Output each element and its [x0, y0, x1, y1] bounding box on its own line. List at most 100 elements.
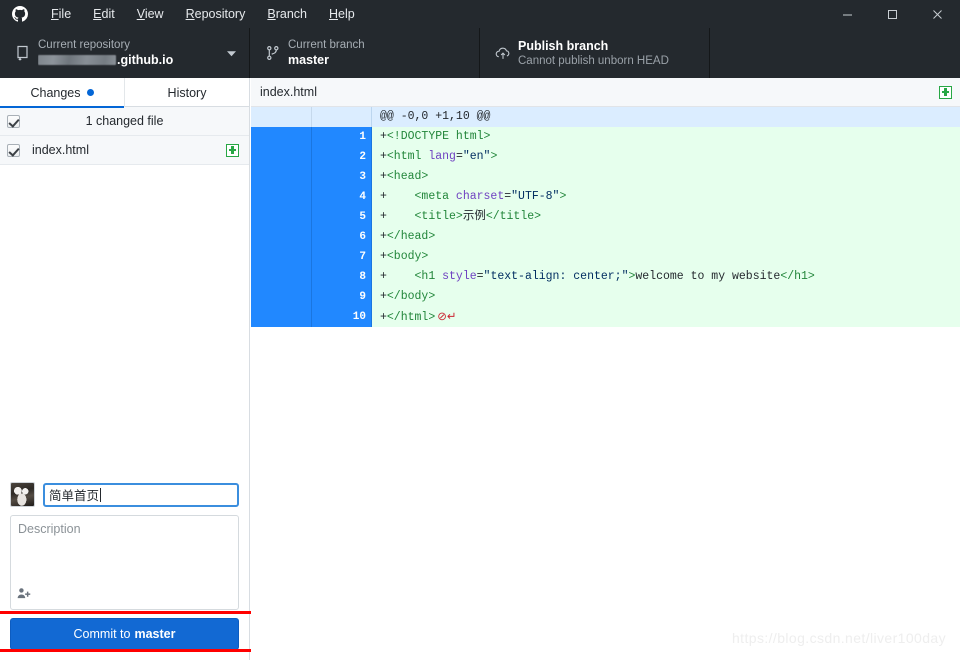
menu-help[interactable]: Help [318, 0, 366, 28]
changed-files-count: 1 changed file [85, 114, 164, 128]
list-item[interactable]: index.html [0, 136, 249, 165]
commit-summary-value: 简单首页 [49, 489, 100, 503]
diff-line-number-new: 9 [311, 287, 371, 307]
menu-bar: File Edit View Repository Branch Help [40, 0, 366, 28]
cloud-upload-icon [490, 45, 516, 61]
diff-line-number-old [251, 187, 311, 207]
minimize-icon[interactable] [825, 0, 870, 28]
menu-view[interactable]: View [126, 0, 175, 28]
diff-line-number-old [251, 227, 311, 247]
publish-branch-button[interactable]: Publish branch Cannot publish unborn HEA… [480, 28, 710, 78]
file-checkbox[interactable] [0, 143, 26, 157]
diff-line-content: + <title>示例</title> [371, 207, 960, 227]
redacted-repo-owner [38, 55, 116, 65]
diff-file-name: index.html [260, 85, 317, 99]
diff-line: 10 +</html> ⊘↵ [251, 307, 960, 327]
github-logo-icon [0, 6, 40, 22]
diff-line-content: +</html> ⊘↵ [371, 307, 960, 327]
toolbar-filler [710, 28, 960, 78]
diff-lines: 1 +<!DOCTYPE html> 2 +<html lang="en"> 3 +<… [251, 127, 960, 327]
tab-history-label: History [167, 85, 207, 100]
watermark: https://blog.csdn.net/liver100day [732, 630, 946, 646]
diff-line-content: + <meta charset="UTF-8"> [371, 187, 960, 207]
diff-line-number-old [251, 127, 311, 147]
menu-edit[interactable]: Edit [82, 0, 126, 28]
diff-line-number-old [251, 307, 311, 327]
github-desktop-window: File Edit View Repository Branch Help Cu… [0, 0, 960, 660]
diff-line: 2 +<html lang="en"> [251, 147, 960, 167]
diff-line-content: +<html lang="en"> [371, 147, 960, 167]
added-plus-icon [939, 85, 952, 99]
hunk-gutter-old [251, 107, 311, 127]
diff-line-content: +</body> [371, 287, 960, 307]
diff-line-number-new: 5 [311, 207, 371, 227]
current-branch-button[interactable]: Current branch master [250, 28, 480, 78]
diff-line-content: + <h1 style="text-align: center;">welcom… [371, 267, 960, 287]
changed-files-summary-row: 1 changed file [0, 107, 249, 136]
diff-panel: index.html @@ -0,0 +1,10 @@ 1 +<!DOCTYPE … [251, 78, 960, 660]
diff-line-number-new: 1 [311, 127, 371, 147]
diff-line-number-new: 3 [311, 167, 371, 187]
file-name: index.html [32, 143, 89, 157]
commit-button-wrap: Commit to master [0, 611, 259, 652]
publish-title: Publish branch [518, 38, 609, 53]
diff-line-content: +<body> [371, 247, 960, 267]
menu-repository[interactable]: Repository [175, 0, 257, 28]
diff-line: 9 +</body> [251, 287, 960, 307]
repo-name-suffix: .github.io [117, 53, 174, 67]
diff-line-content: +<head> [371, 167, 960, 187]
title-bar: File Edit View Repository Branch Help [0, 0, 960, 28]
close-icon[interactable] [915, 0, 960, 28]
maximize-icon[interactable] [870, 0, 915, 28]
diff-line-number-new: 7 [311, 247, 371, 267]
repo-name: .github.io [38, 52, 223, 68]
add-person-icon[interactable] [17, 586, 31, 604]
commit-to-master-button[interactable]: Commit to master [10, 618, 239, 650]
branch-icon [260, 45, 286, 61]
tab-changes[interactable]: Changes [0, 78, 125, 108]
no-newline-marker-icon: ⊘↵ [437, 311, 457, 323]
diff-line: 1 +<!DOCTYPE html> [251, 127, 960, 147]
diff-line-number-old [251, 267, 311, 287]
summary-row: 简单首页 [10, 482, 239, 507]
branch-name: master [288, 53, 329, 67]
diff-line: 3 +<head> [251, 167, 960, 187]
commit-summary-input[interactable]: 简单首页 [43, 482, 239, 507]
select-all-checkbox[interactable] [0, 114, 26, 128]
tab-changes-label: Changes [30, 85, 81, 100]
tab-history[interactable]: History [125, 78, 249, 107]
commit-button-branch: master [134, 627, 176, 641]
chevron-down-icon[interactable] [223, 49, 239, 58]
branch-label: Current branch [288, 39, 365, 51]
repo-label: Current repository [38, 39, 131, 51]
text-cursor [100, 487, 102, 502]
added-plus-icon [226, 143, 239, 157]
changes-badge-dot [86, 89, 94, 96]
diff-line: 8 + <h1 style="text-align: center;">welco… [251, 267, 960, 287]
diff-line-number-old [251, 207, 311, 227]
window-controls [825, 0, 960, 28]
diff-header: index.html [251, 78, 960, 107]
diff-line: 5 + <title>示例</title> [251, 207, 960, 227]
hunk-gutter-new [311, 107, 371, 127]
diff-line-number-old [251, 287, 311, 307]
menu-branch[interactable]: Branch [256, 0, 318, 28]
diff-line: 4 + <meta charset="UTF-8"> [251, 187, 960, 207]
current-repository-button[interactable]: Current repository .github.io [0, 28, 250, 78]
diff-line-number-new: 2 [311, 147, 371, 167]
hunk-header-text: @@ -0,0 +1,10 @@ [371, 107, 960, 127]
diff-line-number-new: 6 [311, 227, 371, 247]
publish-subtitle: Cannot publish unborn HEAD [518, 54, 669, 67]
commit-button-prefix: Commit to [73, 627, 131, 641]
diff-line-number-old [251, 147, 311, 167]
diff-line: 7 +<body> [251, 247, 960, 267]
commit-description-input[interactable]: Description [10, 515, 239, 610]
menu-file[interactable]: File [40, 0, 82, 28]
diff-line-number-new: 4 [311, 187, 371, 207]
diff-line-content: +<!DOCTYPE html> [371, 127, 960, 147]
sidebar-tabs: Changes History [0, 78, 249, 108]
diff-line-number-old [251, 167, 311, 187]
changes-sidebar: Changes History 1 changed file index.htm… [0, 78, 259, 660]
repo-icon [10, 45, 36, 61]
diff-line: 6 +</head> [251, 227, 960, 247]
